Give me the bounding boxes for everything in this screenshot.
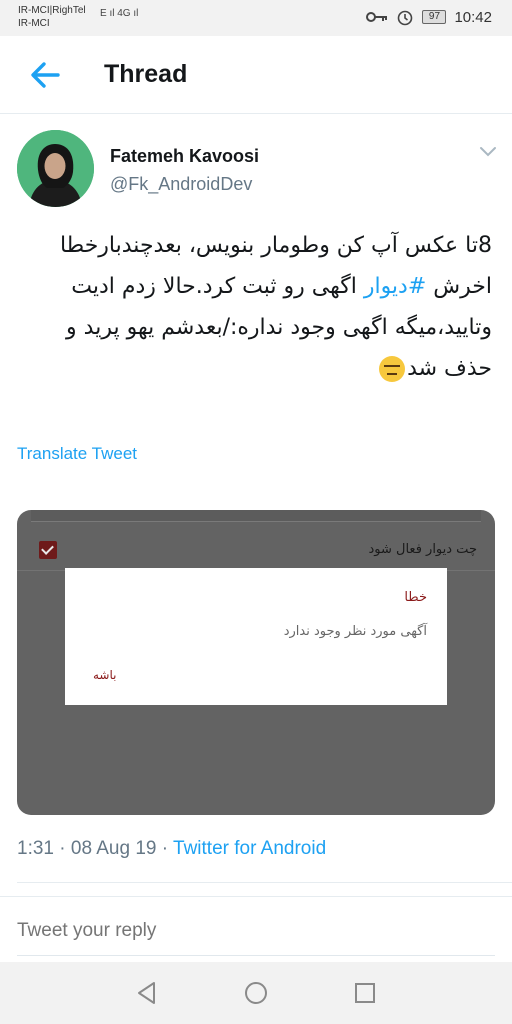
- media-top-strip: [31, 510, 481, 522]
- divider: [17, 882, 512, 883]
- battery-icon: 97: [422, 10, 447, 24]
- author-handle[interactable]: @Fk_AndroidDev: [110, 174, 252, 195]
- tweet-date: 08 Aug 19: [70, 838, 157, 859]
- meta-separator: ·: [59, 838, 71, 859]
- carrier-line-1: IR-MCI|RighTel: [18, 5, 86, 16]
- carrier-line-2: IR-MCI: [18, 18, 50, 29]
- reply-bar: [0, 896, 512, 962]
- author-name[interactable]: Fatemeh Kavoosi: [110, 146, 259, 167]
- alarm-icon: [398, 10, 413, 26]
- clock: 10:42: [454, 8, 492, 26]
- home-circle-icon[interactable]: [243, 980, 269, 1006]
- back-triangle-icon[interactable]: [134, 980, 160, 1006]
- checkbox-icon: [39, 541, 57, 559]
- dialog-message: آگهی مورد نظر وجود ندارد: [283, 624, 427, 639]
- navigation-bar: [0, 962, 512, 1024]
- tweet-source-link[interactable]: Twitter for Android: [173, 838, 326, 859]
- status-right: 97 10:42: [366, 8, 492, 26]
- page-title: Thread: [104, 60, 188, 88]
- avatar[interactable]: [17, 130, 94, 207]
- status-bar: IR-MCI|RighTel IR-MCI E ıl 4G ıl 97 10:4…: [0, 0, 512, 36]
- reply-input[interactable]: [17, 920, 487, 942]
- translate-tweet-link[interactable]: Translate Tweet: [17, 444, 137, 464]
- key-icon: [366, 12, 388, 22]
- recents-square-icon[interactable]: [352, 980, 378, 1006]
- reply-underline: [17, 955, 495, 956]
- back-arrow-icon[interactable]: [28, 58, 62, 92]
- meta-separator: ·: [161, 838, 174, 859]
- error-dialog: خطا آگهی مورد نظر وجود ندارد باشه: [65, 568, 447, 705]
- profile-photo-icon: [17, 130, 94, 207]
- tweet-meta: 1:31 · 08 Aug 19 · Twitter for Android: [17, 838, 326, 860]
- dialog-ok-button: باشه: [93, 668, 117, 682]
- app-bar: Thread: [0, 36, 512, 114]
- tweet-time: 1:31: [17, 838, 54, 859]
- signal-icon: E ıl 4G ıl: [100, 8, 139, 19]
- chevron-down-icon[interactable]: [476, 142, 500, 162]
- dialog-title: خطا: [404, 590, 427, 605]
- hashtag-link[interactable]: #دیوار: [364, 274, 426, 299]
- tweet-text: 8تا عکس آپ کن وطومار بنویس، بعدچندبارخطا…: [14, 225, 492, 389]
- carrier-info: IR-MCI|RighTel IR-MCI: [18, 4, 86, 30]
- media-checkbox-label: چت دیوار فعال شود: [368, 542, 477, 557]
- unamused-face-icon: [379, 356, 406, 382]
- tweet-media-image[interactable]: چت دیوار فعال شود خطا آگهی مورد نظر وجود…: [17, 510, 495, 815]
